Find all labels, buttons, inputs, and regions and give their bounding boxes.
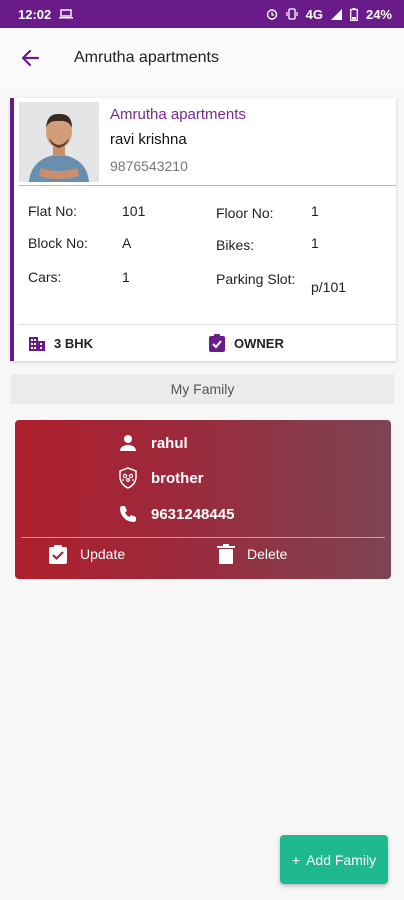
divider [19, 324, 396, 325]
add-family-button[interactable]: + Add Family [280, 835, 388, 884]
add-family-label: Add Family [306, 851, 377, 868]
family-member-card[interactable]: rahul brother 9631248445 Update Delete [15, 420, 391, 579]
cars-label: Cars: [28, 269, 62, 285]
block-value: A [122, 235, 132, 251]
member-name: rahul [151, 434, 188, 452]
role-tag: OWNER [208, 334, 284, 352]
member-relation-row: brother [117, 467, 204, 489]
plus-icon: + [291, 851, 301, 868]
resident-card[interactable]: Amrutha apartments ravi krishna 98765432… [10, 98, 396, 361]
vibrate-icon [286, 8, 298, 20]
flat-label: Flat No: [28, 203, 78, 219]
status-time: 12:02 [18, 6, 52, 22]
role-label: OWNER [234, 335, 284, 351]
network-type: 4G [305, 6, 323, 22]
family-section-header: My Family [11, 374, 394, 404]
arrow-back-icon [21, 49, 40, 67]
flat-value: 101 [122, 203, 146, 219]
clipboard-check-icon [209, 334, 225, 352]
bikes-label: Bikes: [216, 237, 255, 253]
flat-type-tag: 3 BHK [28, 334, 93, 352]
person-icon [117, 432, 139, 454]
clipboard-check-icon [49, 545, 67, 564]
resident-tags: 3 BHK OWNER [28, 331, 396, 355]
parking-value: p/101 [311, 279, 347, 295]
divider [19, 185, 396, 186]
bikes-value: 1 [311, 235, 319, 251]
resident-avatar [19, 102, 99, 182]
apartment-name: Amrutha apartments [110, 106, 246, 123]
floor-value: 1 [311, 203, 319, 219]
resident-details: Flat No: 101 Floor No: 1 Block No: A Bik… [28, 203, 386, 309]
update-label: Update [80, 546, 126, 562]
battery-icon [350, 7, 358, 21]
avatar-image [19, 102, 99, 182]
cars-value: 1 [122, 269, 130, 285]
alarm-icon [266, 9, 277, 20]
resident-name: ravi krishna [110, 131, 187, 148]
resident-phone: 9876543210 [110, 158, 188, 174]
update-button[interactable]: Update [48, 544, 125, 564]
flat-type-label: 3 BHK [54, 335, 94, 351]
parking-label: Parking Slot: [216, 271, 296, 287]
block-label: Block No: [28, 235, 88, 251]
floor-label: Floor No: [216, 205, 274, 221]
battery-level: 24% [365, 6, 392, 22]
member-phone-row: 9631248445 [117, 503, 234, 525]
member-phone: 9631248445 [151, 505, 235, 523]
member-name-row: rahul [117, 432, 188, 454]
page-title: Amrutha apartments [74, 49, 219, 66]
resident-info: Amrutha apartments ravi krishna 98765432… [110, 106, 246, 174]
back-button[interactable] [18, 46, 42, 70]
phone-icon [117, 503, 139, 525]
building-icon [29, 337, 45, 351]
signal-icon [330, 8, 342, 20]
divider [21, 537, 385, 538]
trash-icon [217, 544, 235, 564]
status-bar: 12:02 4G 24% [0, 0, 404, 28]
delete-label: Delete [247, 546, 288, 562]
laptop-icon [59, 9, 74, 19]
family-shield-icon [117, 467, 139, 489]
app-bar: Amrutha apartments [0, 28, 404, 88]
member-relation: brother [151, 469, 204, 487]
delete-button[interactable]: Delete [217, 544, 287, 564]
